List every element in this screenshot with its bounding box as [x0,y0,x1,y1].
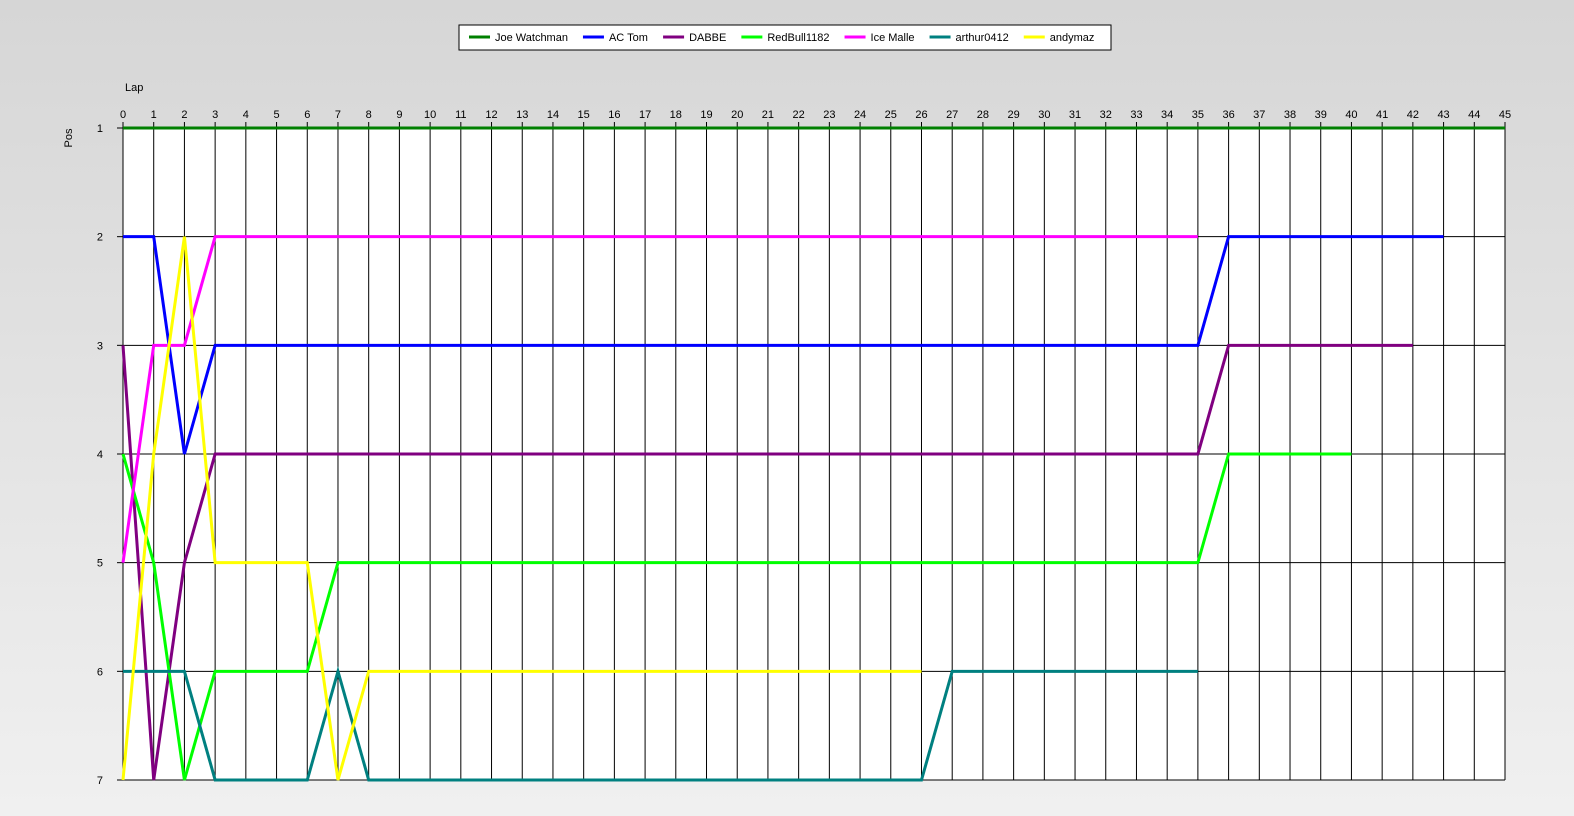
x-tick-label: 36 [1222,109,1234,121]
x-tick-label: 6 [304,109,310,121]
y-tick-label: 5 [97,558,103,570]
x-tick-label: 24 [854,109,866,121]
x-tick-label: 33 [1130,109,1142,121]
y-tick-label: 3 [97,340,103,352]
x-tick-label: 16 [608,109,620,121]
x-tick-label: 18 [670,109,682,121]
x-tick-label: 0 [120,109,126,121]
x-tick-label: 37 [1253,109,1265,121]
y-tick-label: 4 [97,449,103,461]
x-tick-label: 11 [455,109,466,121]
x-tick-label: 17 [639,109,651,121]
x-tick-label: 15 [578,109,590,121]
x-tick-label: 45 [1499,109,1511,121]
legend-label-dabbe: DABBE [689,32,726,44]
x-axis-label: Lap [125,82,143,94]
x-tick-label: 4 [243,109,249,121]
y-tick-label: 7 [97,775,103,787]
x-tick-label: 3 [212,109,218,121]
legend-label-ac-tom: AC Tom [609,32,648,44]
x-tick-label: 22 [793,109,805,121]
x-tick-label: 1 [151,109,157,121]
y-tick-label: 6 [97,666,103,678]
x-tick-labels: 0 1 2 3 4 5 6 7 8 9 10 11 12 13 14 15 16 17 18 19 20 21 22 23 24… [120,109,1511,121]
x-tick-label: 35 [1192,109,1204,121]
x-tick-label: 23 [823,109,835,121]
y-tick-label: 1 [97,123,103,135]
legend-label-arthur0412: arthur0412 [956,32,1009,44]
x-tick-label: 29 [1007,109,1019,121]
x-tick-label: 21 [762,109,774,121]
x-tick-label: 8 [366,109,372,121]
lap-position-chart: 0 1 2 3 4 5 6 7 8 9 10 11 12 13 14 15 16 17 18 19 20 21 22 23 24… [63,24,1511,787]
x-tick-label: 41 [1376,109,1388,121]
x-tick-label: 19 [700,109,712,121]
x-tick-label: 26 [915,109,927,121]
x-tick-label: 7 [335,109,341,121]
x-tick-label: 34 [1161,109,1173,121]
legend-label-joe-watchman: Joe Watchman [495,32,568,44]
x-tick-label: 14 [547,109,559,121]
x-tick-label: 42 [1407,109,1419,121]
x-tick-label: 28 [977,109,989,121]
legend: Joe Watchman AC Tom DABBE RedBull1182 Ice Ma… [458,24,1112,51]
x-tick-label: 31 [1069,109,1081,121]
x-tick-label: 2 [181,109,187,121]
x-tick-label: 40 [1345,109,1357,121]
x-tick-label: 13 [516,109,528,121]
legend-label-redbull1182: RedBull1182 [767,32,829,44]
y-tick-labels: 1 2 3 4 5 6 7 [97,123,103,787]
y-tick-label: 2 [97,232,103,244]
x-tick-label: 5 [273,109,279,121]
legend-label-ice-malle: Ice Malle [871,32,915,44]
x-tick-label: 43 [1437,109,1449,121]
x-tick-label: 10 [424,109,436,121]
x-tick-label: 39 [1315,109,1327,121]
x-tick-label: 32 [1100,109,1112,121]
x-tick-label: 12 [485,109,497,121]
x-tick-label: 38 [1284,109,1296,121]
x-tick-label: 27 [946,109,958,121]
x-tick-label: 25 [885,109,897,121]
x-tick-label: 44 [1468,109,1480,121]
x-tick-label: 9 [396,109,402,121]
y-axis-label: Pos [63,128,75,147]
x-tick-label: 20 [731,109,743,121]
legend-label-andymaz: andymaz [1050,32,1095,44]
x-tick-label: 30 [1038,109,1050,121]
